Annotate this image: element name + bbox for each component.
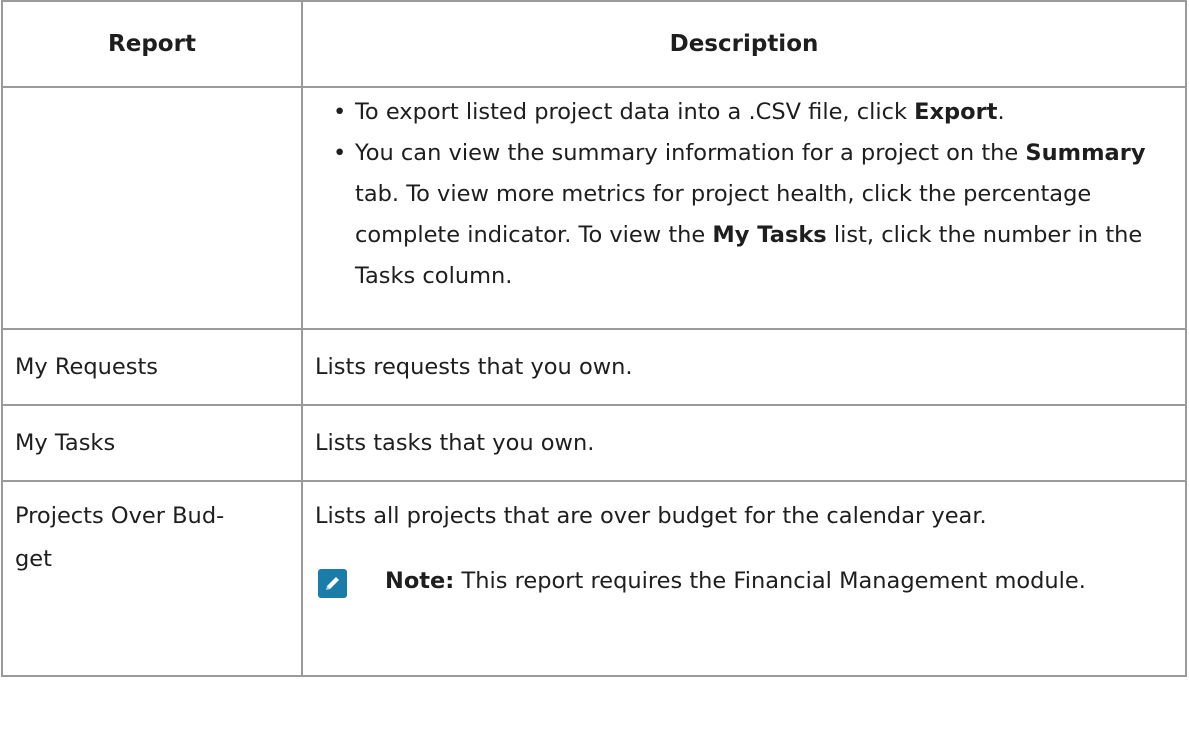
table-header-row: Report Description bbox=[1, 0, 1187, 88]
table-row: My Requests Lists requests that you own. bbox=[1, 328, 1187, 406]
report-cell: Projects Over Bud-get bbox=[1, 480, 303, 677]
bullet-text: . bbox=[997, 99, 1005, 125]
report-cell: My Requests bbox=[1, 328, 303, 406]
table-row: My Tasks Lists tasks that you own. bbox=[1, 404, 1187, 482]
note-block: Note: This report requires the Financial… bbox=[315, 560, 1173, 603]
description-cell: • To export listed project data into a .… bbox=[301, 86, 1187, 330]
description-cell: Lists tasks that you own. bbox=[301, 404, 1187, 482]
list-item: • You can view the summary information f… bbox=[333, 133, 1171, 297]
bullet-bold-text: Export bbox=[914, 99, 998, 125]
description-cell: Lists all projects that are over budget … bbox=[301, 480, 1187, 677]
bullet-bold-text: Summary bbox=[1025, 140, 1146, 166]
bullet-glyph: • bbox=[333, 99, 347, 125]
list-item: • To export listed project data into a .… bbox=[333, 92, 1171, 133]
report-cell bbox=[1, 86, 303, 330]
note-label: Note: bbox=[385, 568, 455, 594]
table-row: • To export listed project data into a .… bbox=[1, 86, 1187, 330]
pencil-note-icon bbox=[318, 569, 347, 598]
header-description: Description bbox=[301, 0, 1187, 88]
description-text: Lists all projects that are over budget … bbox=[315, 503, 987, 529]
bullet-text: To export listed project data into a .CS… bbox=[355, 99, 915, 125]
bullet-bold-text: My Tasks bbox=[712, 222, 827, 248]
header-report: Report bbox=[1, 0, 303, 88]
note-text: This report requires the Financial Manag… bbox=[454, 568, 1086, 594]
table-row: Projects Over Bud-get Lists all projects… bbox=[1, 480, 1187, 677]
bullet-list: • To export listed project data into a .… bbox=[333, 92, 1171, 297]
reports-table: Report Description • To export listed pr… bbox=[1, 0, 1187, 677]
bullet-glyph: • bbox=[333, 140, 347, 166]
description-cell: Lists requests that you own. bbox=[301, 328, 1187, 406]
bullet-text: You can view the summary information for… bbox=[355, 140, 1026, 166]
report-cell: My Tasks bbox=[1, 404, 303, 482]
